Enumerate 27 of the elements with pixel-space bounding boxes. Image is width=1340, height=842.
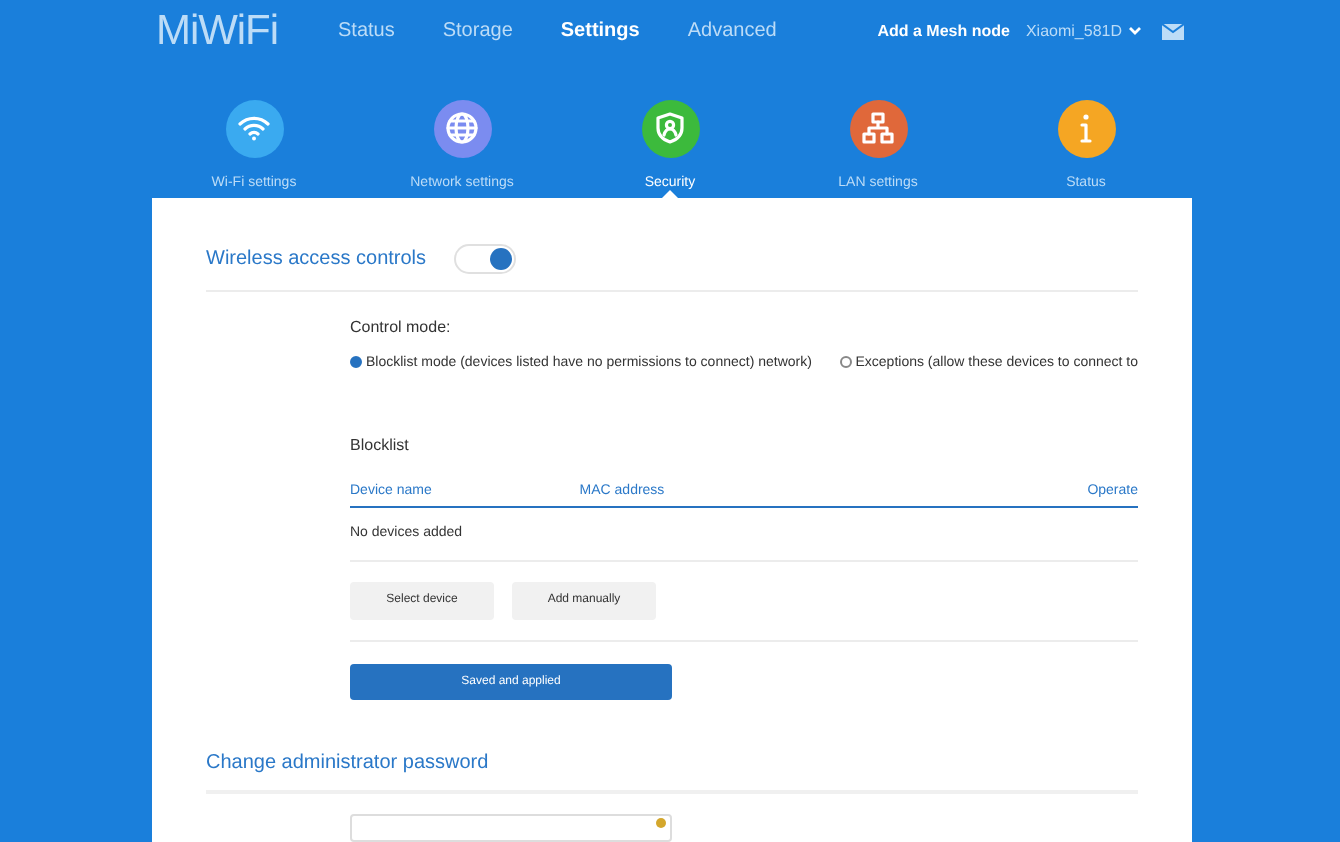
globe-icon	[446, 112, 478, 144]
category-button[interactable]	[1057, 99, 1115, 157]
category-button[interactable]	[433, 99, 491, 157]
nav-tab[interactable]: Status	[338, 16, 395, 47]
nav-tab[interactable]: Storage	[442, 16, 513, 47]
network-tree-icon	[862, 112, 894, 144]
toggle-switch[interactable]	[454, 244, 517, 274]
category-button[interactable]	[641, 99, 699, 157]
category-button[interactable]	[225, 99, 283, 157]
category-button[interactable]	[849, 99, 907, 157]
section-title: Wireless access controls	[206, 246, 427, 274]
control-mode-label: Control mode:	[350, 315, 453, 339]
logo: MiWiFi	[156, 6, 278, 58]
chevron-down-icon	[1128, 26, 1142, 37]
mesh-link[interactable]: Add a Mesh node	[877, 19, 1010, 44]
section-title: Change administrator password	[206, 750, 491, 778]
password-field[interactable]	[350, 814, 672, 842]
nav-tab[interactable]: Advanced	[687, 16, 777, 47]
blocklist-title: Blocklist	[350, 433, 411, 457]
router-dropdown[interactable]: Xiaomi_581D	[1025, 19, 1142, 44]
wifi-icon	[238, 114, 270, 142]
radio-icon[interactable]	[350, 355, 362, 367]
info-icon	[1078, 112, 1094, 144]
nav-tab[interactable]: Settings	[560, 16, 640, 47]
radio-icon[interactable]	[839, 355, 852, 367]
mail-icon[interactable]	[1162, 23, 1184, 40]
shield-user-icon	[656, 112, 684, 144]
